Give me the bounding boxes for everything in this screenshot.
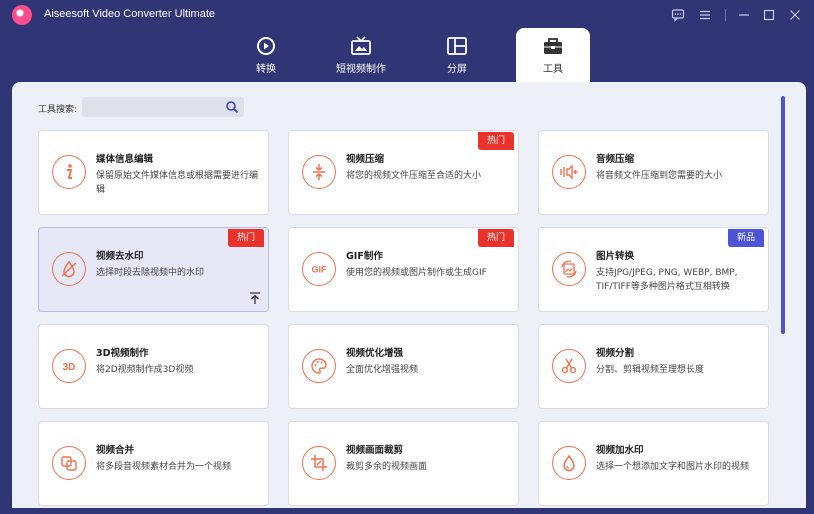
card-title: 视频分割 [596,348,635,359]
image-convert-icon [552,252,586,286]
card-desc: 裁剪多余的视频画面 [346,462,428,472]
card-desc: 使用您的视频或图片制作或生成GIF [346,268,487,278]
search-label: 工具搜索: [38,105,78,115]
crop-icon [302,446,336,480]
info-icon [52,155,86,189]
card-title: 音频压缩 [596,154,635,165]
audio-compress-icon [552,155,586,189]
card-video-enhance[interactable]: 视频优化增强 全面优化增强视频 [288,324,519,409]
card-audio-compress[interactable]: 音频压缩 将音频文件压缩到您需要的大小 [538,130,769,215]
tab-convert[interactable]: 转换 [229,30,303,82]
card-desc: 分割、剪辑视频至理想长度 [596,365,705,375]
card-gif-maker[interactable]: 热门 GIF GIF制作 使用您的视频或图片制作或生成GIF [288,227,519,312]
card-desc: 将您的视频文件压缩至合适的大小 [346,171,482,181]
search-box [82,97,244,117]
mv-icon [351,36,371,55]
gif-icon: GIF [302,252,336,286]
card-3d-maker[interactable]: 3D 3D视频制作 将2D视频制作成3D视频 [38,324,269,409]
card-title: GIF制作 [346,251,383,262]
toolbox-icon [544,38,562,54]
app-window: Aiseesoft Video Converter Ultimate 转换 短视… [0,0,814,514]
hot-badge: 热门 [477,229,514,247]
maximize-icon[interactable] [760,6,778,24]
card-desc: 支持JPG/JPEG, PNG, WEBP, BMP, TIF/TIFF等多种图… [596,268,738,292]
menu-icon[interactable] [696,6,714,24]
minimize-icon[interactable] [735,6,753,24]
card-desc: 将2D视频制作成3D视频 [96,365,194,375]
merge-icon [52,446,86,480]
tab-collage-label: 分屏 [447,64,467,75]
card-title: 图片转换 [596,251,635,262]
card-title: 视频加水印 [596,445,644,456]
card-image-convert[interactable]: 新品 图片转换 支持JPG/JPEG, PNG, WEBP, BMP, TIF/… [538,227,769,312]
card-title: 视频合并 [96,445,135,456]
toolbox-panel: 工具搜索: 媒体信息编辑 保留原始文件媒体信息或根据需要进行编辑 热门 视频压缩… [12,82,806,508]
card-desc: 将多段音视频素材合并为一个视频 [96,462,232,472]
tab-toolbox-label: 工具 [543,64,563,75]
app-title: Aiseesoft Video Converter Ultimate [44,8,215,20]
card-media-metadata[interactable]: 媒体信息编辑 保留原始文件媒体信息或根据需要进行编辑 [38,130,269,215]
card-title: 视频画面裁剪 [346,445,404,456]
collage-icon [447,37,467,55]
scissors-icon [552,349,586,383]
tab-toolbox[interactable]: 工具 [516,28,590,84]
hot-badge: 热门 [227,229,264,247]
card-title: 3D视频制作 [96,348,149,359]
convert-icon [257,37,275,55]
compress-icon [302,155,336,189]
3d-icon: 3D [52,349,86,383]
tab-mv-label: 短视频制作 [336,64,386,75]
card-video-crop[interactable]: 视频画面裁剪 裁剪多余的视频画面 [288,421,519,506]
card-title: 视频压缩 [346,154,385,165]
tab-mv[interactable]: 短视频制作 [324,30,398,82]
card-watermark-remove[interactable]: 热门 视频去水印 选择时段去除视频中的水印 [38,227,269,312]
close-icon[interactable] [786,6,804,24]
pin-to-top-icon[interactable] [248,291,262,305]
card-desc: 将音频文件压缩到您需要的大小 [596,171,723,181]
card-desc: 全面优化增强视频 [346,365,419,375]
card-desc: 选择一个想添加文字和图片水印的视频 [596,462,750,472]
scrollbar[interactable] [781,96,785,334]
card-title: 视频去水印 [96,251,144,262]
tab-convert-label: 转换 [256,64,276,75]
card-desc: 保留原始文件媒体信息或根据需要进行编辑 [96,171,259,195]
hot-badge: 热门 [477,132,514,150]
card-watermark-add[interactable]: 视频加水印 选择一个想添加文字和图片水印的视频 [538,421,769,506]
tab-collage[interactable]: 分屏 [420,30,494,82]
card-video-split[interactable]: 视频分割 分割、剪辑视频至理想长度 [538,324,769,409]
new-badge: 新品 [727,229,764,247]
watermark-remove-icon [52,252,86,286]
title-divider [725,9,726,21]
search-icon[interactable] [225,100,239,114]
feedback-icon[interactable] [669,6,687,24]
card-video-merge[interactable]: 视频合并 将多段音视频素材合并为一个视频 [38,421,269,506]
search-input[interactable] [86,99,222,115]
title-bar: Aiseesoft Video Converter Ultimate [0,0,814,30]
svg-text:GIF: GIF [312,265,328,275]
card-desc: 选择时段去除视频中的水印 [96,268,205,278]
app-logo [12,5,32,25]
card-title: 媒体信息编辑 [96,154,154,165]
card-title: 视频优化增强 [346,348,404,359]
palette-icon [302,349,336,383]
svg-text:3D: 3D [63,362,76,373]
watermark-add-icon [552,446,586,480]
card-video-compress[interactable]: 热门 视频压缩 将您的视频文件压缩至合适的大小 [288,130,519,215]
